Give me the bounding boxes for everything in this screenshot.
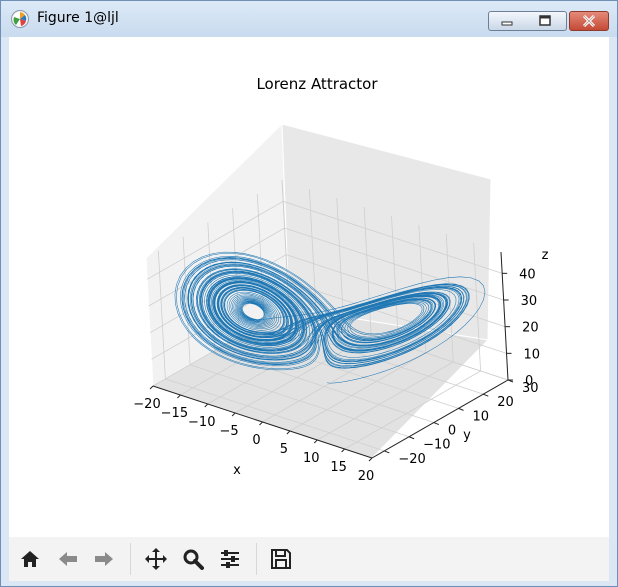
x-tick-label: 10 — [303, 451, 320, 466]
x-tick-mark — [259, 421, 263, 426]
x-tick-mark — [149, 385, 154, 390]
plot-title: Lorenz Attractor — [256, 75, 378, 93]
y-tick-mark — [408, 436, 415, 440]
minimize-button[interactable] — [488, 11, 525, 31]
x-tick-mark — [341, 448, 345, 453]
toolbar-separator — [130, 543, 131, 575]
back-right-pane — [281, 123, 492, 341]
z-tick-label: 10 — [524, 347, 541, 362]
home-icon — [21, 551, 39, 567]
z-tick-label: 40 — [519, 267, 536, 282]
close-button[interactable] — [569, 11, 609, 31]
save-button[interactable] — [268, 545, 294, 573]
title-bar[interactable]: Figure 1@ljl — [1, 1, 617, 37]
pan-button[interactable] — [143, 545, 169, 573]
z-axis-label: z — [542, 248, 549, 263]
matplotlib-logo-icon[interactable] — [11, 10, 29, 28]
x-tick-label: −5 — [220, 424, 239, 439]
lorenz-3d-plot[interactable]: Lorenz Attractor −20−15−10−505101520 −20… — [9, 37, 609, 537]
z-axis-line — [500, 251, 509, 381]
pan-icon — [145, 548, 167, 570]
minimize-icon — [501, 21, 512, 26]
forward-icon — [95, 552, 113, 566]
navigation-toolbar — [9, 537, 609, 581]
zoom-button[interactable] — [180, 545, 206, 573]
x-tick-label: −20 — [133, 397, 160, 412]
z-tick-label: 30 — [521, 294, 538, 309]
z-tick-label: 20 — [522, 321, 539, 336]
y-tick-mark — [384, 450, 390, 454]
figure-canvas[interactable]: Lorenz Attractor −20 −15 −10 −5 0 5 10 15 20 −20… — [9, 37, 609, 537]
figure-window: Figure 1@ljl Lorenz Attractor −20 −15 −1… — [0, 0, 618, 587]
y-axis-label: y — [463, 428, 471, 443]
y-tick-label: 0 — [448, 424, 456, 439]
x-tick-mark — [286, 430, 291, 435]
close-icon — [582, 15, 596, 27]
zoom-icon — [183, 549, 204, 570]
x-tick-label: −10 — [188, 415, 215, 430]
x-tick-label: −15 — [161, 406, 188, 421]
y-tick-mark — [433, 422, 440, 426]
z-tick-label: 0 — [525, 374, 533, 389]
home-button[interactable] — [17, 545, 43, 573]
x-tick-label: 0 — [252, 433, 260, 448]
y-tick-label: 20 — [497, 395, 514, 410]
y-tick-mark — [483, 393, 489, 397]
x-tick-label: 5 — [280, 442, 288, 457]
x-axis-label: x — [233, 463, 241, 478]
forward-button[interactable] — [91, 545, 117, 573]
x-tick-label: 20 — [358, 469, 375, 484]
y-tick-label: 10 — [473, 409, 490, 424]
back-button[interactable] — [55, 545, 81, 573]
x-tick-mark — [204, 403, 209, 408]
toolbar-separator — [256, 543, 257, 575]
y-tick-mark — [458, 407, 464, 411]
y-tick-label: −10 — [423, 438, 450, 453]
save-icon — [271, 549, 291, 569]
x-tick-label: 15 — [330, 460, 347, 475]
back-icon — [59, 552, 77, 566]
y-tick-label: −20 — [398, 452, 425, 467]
x-tick-mark — [177, 394, 181, 399]
configure-subplots-icon — [221, 550, 239, 568]
x-tick-mark — [231, 412, 236, 417]
x-tick-mark — [313, 439, 318, 444]
maximize-icon — [539, 15, 551, 26]
x-tick-mark — [368, 457, 373, 462]
configure-subplots-button[interactable] — [217, 545, 243, 573]
maximize-button[interactable] — [524, 11, 567, 31]
window-title: Figure 1@ljl — [37, 10, 119, 26]
